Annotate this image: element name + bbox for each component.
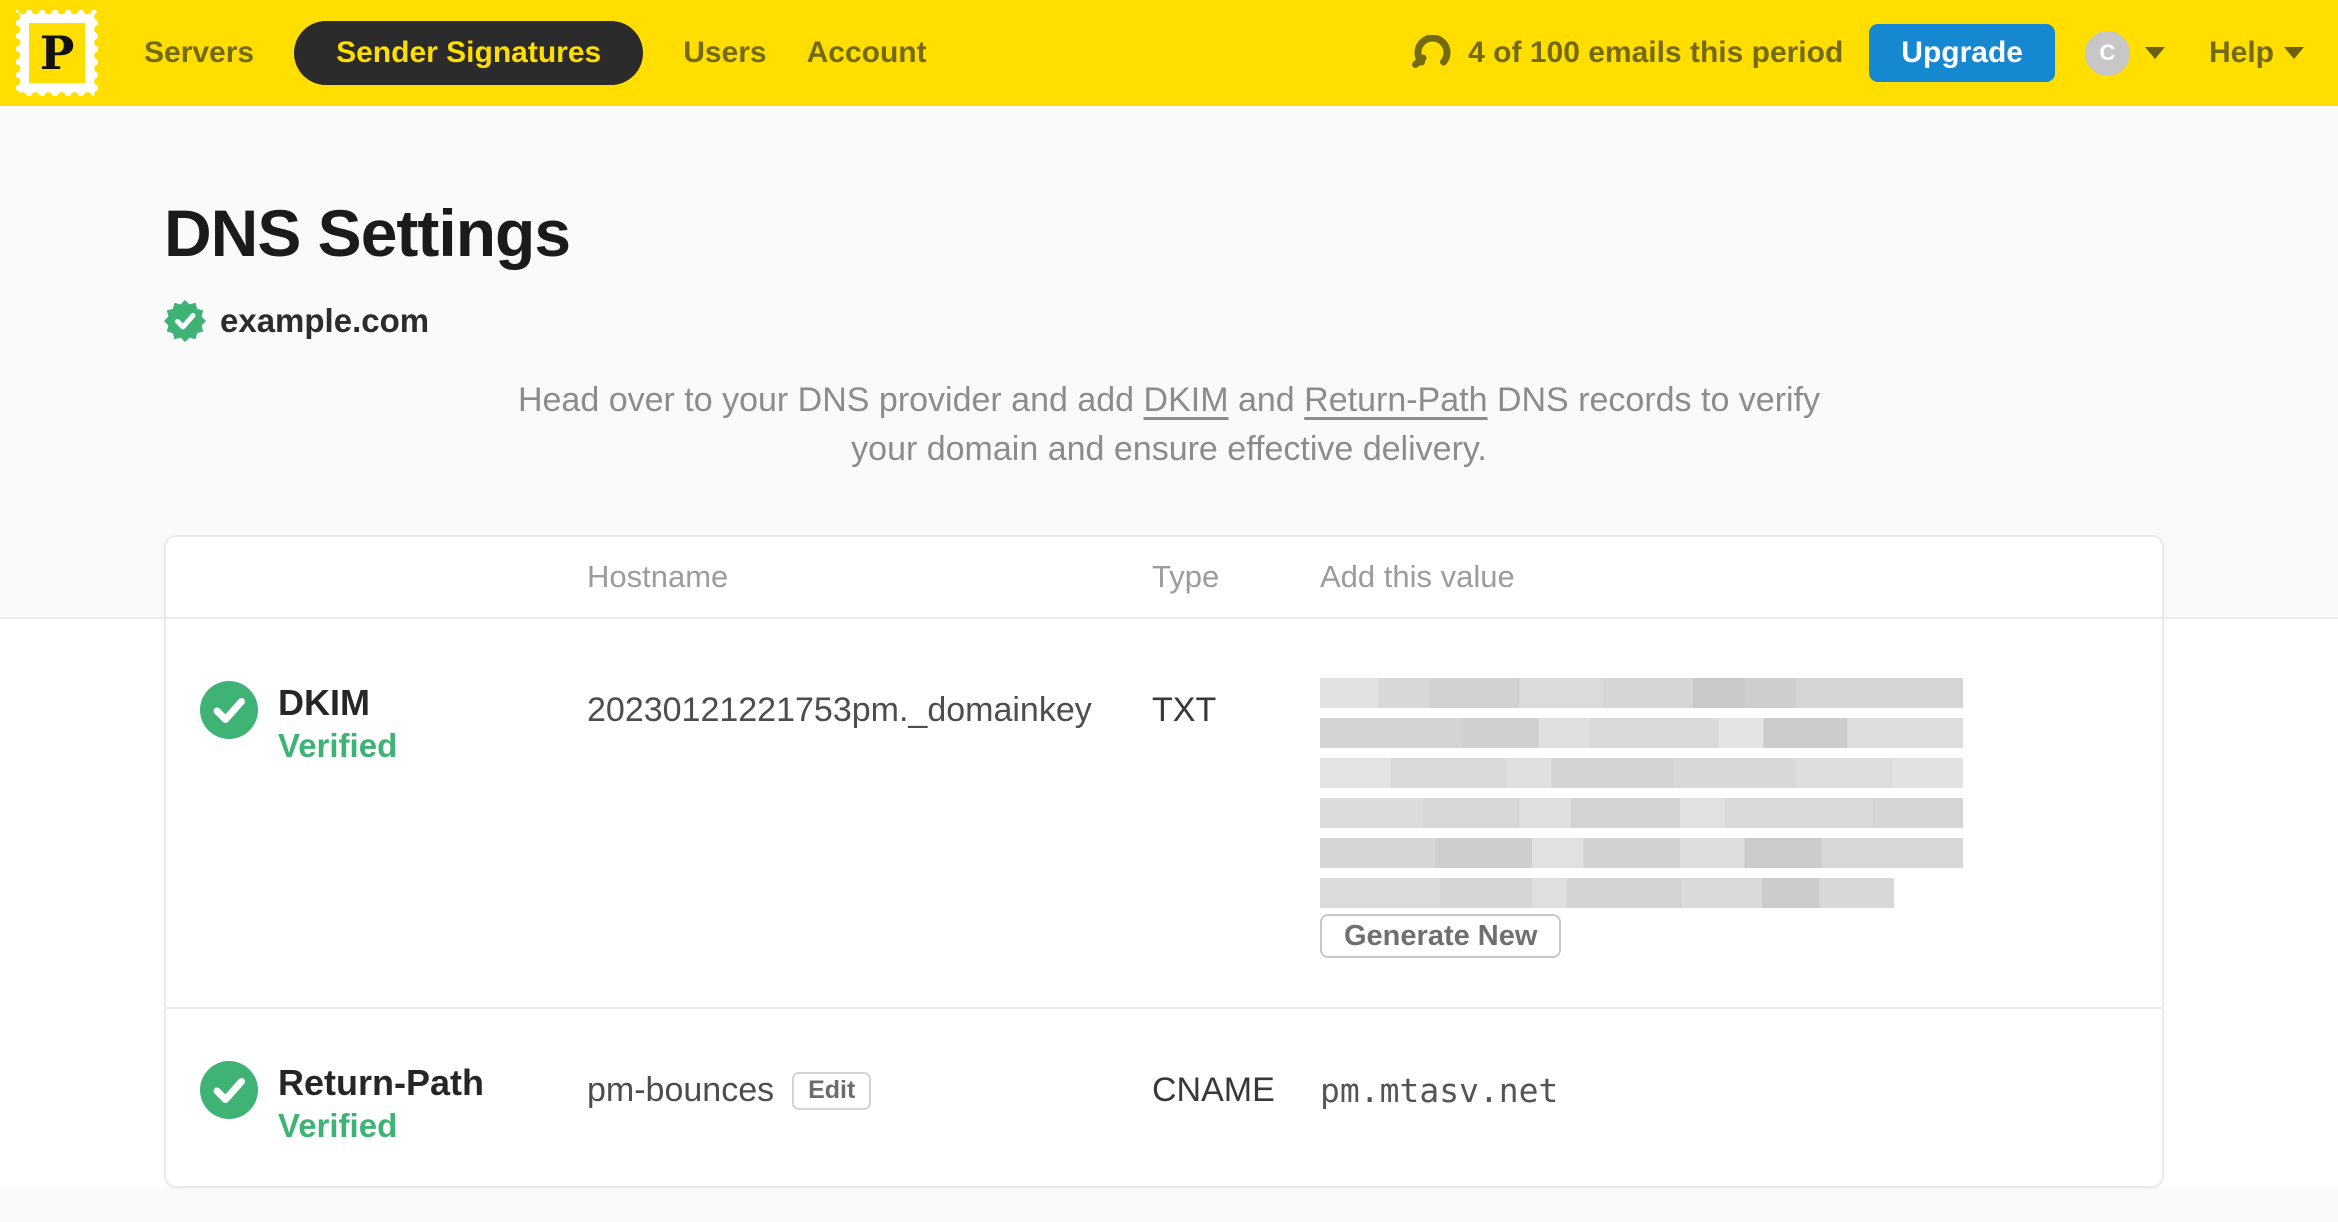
help-label: Help [2208,36,2274,69]
redacted-value-line [1320,798,1963,828]
account-menu[interactable]: C [2084,30,2165,76]
nav-item-account[interactable]: Account [807,21,927,85]
usage-gauge-icon [1412,35,1451,68]
redacted-value-line [1320,758,1963,788]
instructions-text: and [1228,380,1305,419]
redacted-value-line [1320,678,1963,708]
verified-domain-row: example.com [164,299,2338,342]
return-path-hostname: pm-bounces [587,1071,775,1109]
domain-name: example.com [220,301,430,339]
nav-item-sender-signatures[interactable]: Sender Signatures [294,21,644,85]
dkim-value-cell: Generate New [1320,619,2162,1007]
avatar[interactable]: C [2084,30,2130,76]
redacted-value-line [1320,838,1963,868]
redacted-value-line [1320,718,1963,748]
redacted-value-line [1320,878,1894,908]
status-badge: Verified [278,1107,398,1144]
postmark-logo-letter: P [29,23,85,83]
type-column-header: Type [1152,559,1220,594]
verified-check-icon [200,1061,258,1119]
help-menu[interactable]: Help [2209,36,2304,70]
usage-count-text: 4 of 100 emails this period [1468,36,1844,69]
return-path-record-type: CNAME [1152,1071,1275,1109]
cname-value: pm.mtasv.net [1320,1071,1559,1110]
page-footer-strip [0,1188,2338,1222]
return-path-link[interactable]: Return-Path [1304,381,1487,419]
dns-records-card: Hostname Type Add this value DKIM Verifi… [164,535,2164,1188]
nav-right: 4 of 100 emails this period Upgrade C He… [1409,24,2304,82]
verified-domain-badge-icon [164,299,206,342]
instructions-text: Head over to your DNS provider and add [517,380,1144,419]
top-navbar: P Servers Sender Signatures Users Accoun… [0,0,2338,106]
page-title: DNS Settings [164,196,571,270]
chevron-down-icon [2284,47,2304,59]
return-path-status-cell: Return-Path Verified [166,1009,587,1182]
chevron-down-icon [2144,47,2165,59]
nav-items: Servers Sender Signatures Users Account [144,21,927,85]
dkim-status-cell: DKIM Verified [166,619,587,1007]
edit-button[interactable]: Edit [792,1071,872,1110]
dkim-link[interactable]: DKIM [1144,381,1229,419]
record-name: DKIM [278,682,370,723]
dkim-record-type: TXT [1152,691,1217,729]
table-header-row: Hostname Type Add this value [166,537,2162,619]
usage-link[interactable]: 4 of 100 emails this period [1409,35,1843,71]
return-path-hostname-cell: pm-bounces Edit [587,1009,1152,1182]
record-name: Return-Path [278,1062,484,1103]
return-path-value-cell: pm.mtasv.net [1320,1009,2162,1182]
verified-check-icon [200,681,258,739]
upgrade-button[interactable]: Upgrade [1869,24,2055,82]
postmark-logo[interactable]: P [16,10,98,96]
nav-item-servers[interactable]: Servers [144,21,254,85]
dkim-hostname: 20230121221753pm._domainkey [587,691,1092,729]
dns-instructions: Head over to your DNS provider and add D… [499,376,1839,474]
table-row-dkim: DKIM Verified 20230121221753pm._domainke… [166,619,2162,1007]
hostname-column-header: Hostname [587,559,729,594]
generate-new-button[interactable]: Generate New [1320,914,1562,958]
nav-item-users[interactable]: Users [683,21,766,85]
value-column-header: Add this value [1320,559,1515,594]
status-badge: Verified [278,727,398,764]
table-row-return-path: Return-Path Verified pm-bounces Edit CNA… [166,1007,2162,1182]
